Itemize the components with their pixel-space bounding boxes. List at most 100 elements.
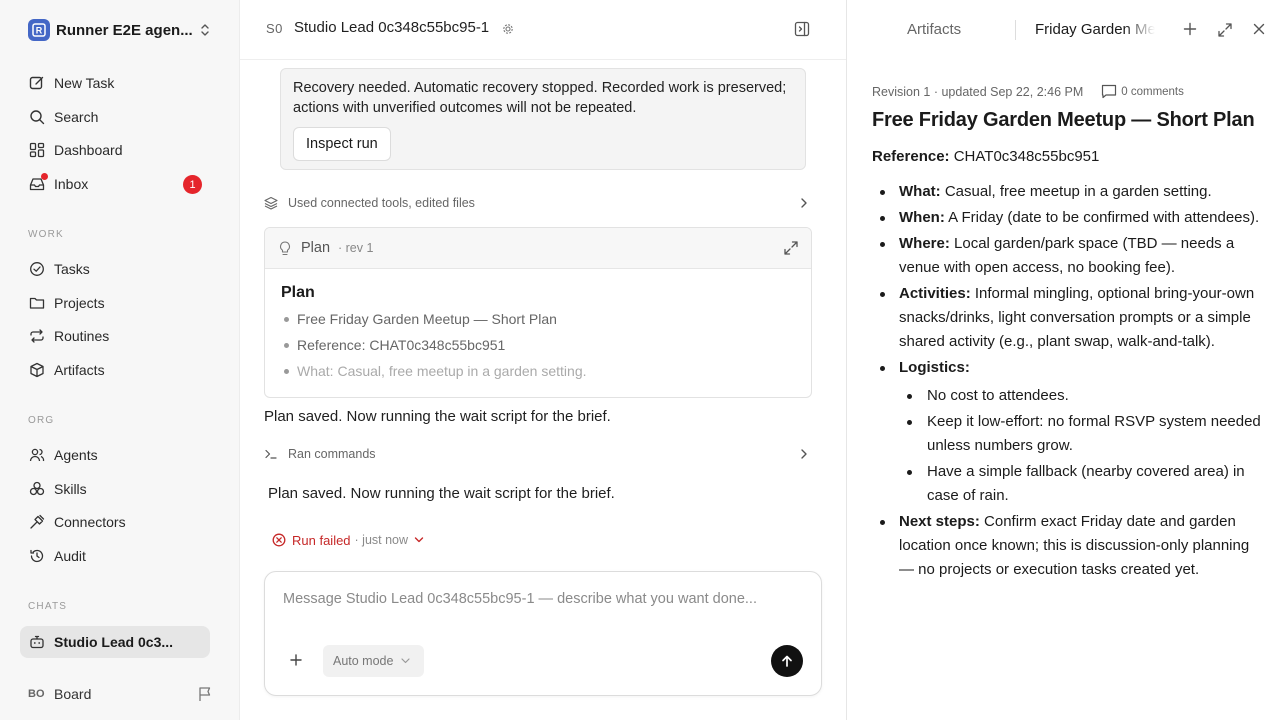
assistant-message: Plan saved. Now running the wait script … (264, 408, 611, 425)
tab-current-artifact[interactable]: Friday Garden Meetup (1035, 21, 1155, 38)
nav-agents[interactable]: Agents (20, 439, 210, 471)
mode-label: Auto mode (333, 654, 394, 668)
close-icon[interactable] (1252, 22, 1266, 36)
inbox-count-badge: 1 (183, 175, 202, 194)
nav-inbox[interactable]: Inbox 1 (20, 168, 210, 200)
bot-icon (28, 633, 46, 651)
comments-link[interactable]: 0 comments (1097, 84, 1184, 99)
item-label: What: (899, 183, 941, 200)
nav-routines[interactable]: Routines (20, 320, 210, 352)
nav-tasks[interactable]: Tasks (20, 253, 210, 285)
nav-search[interactable]: Search (20, 101, 210, 133)
tab-divider (1015, 20, 1016, 40)
plan-card-label: Plan (301, 240, 331, 256)
ran-commands-row[interactable]: Ran commands (264, 441, 812, 467)
assistant-message: Plan saved. Now running the wait script … (268, 485, 615, 502)
tools-used-row[interactable]: Used connected tools, edited files (264, 190, 812, 216)
message-input[interactable] (283, 591, 803, 607)
item-label: When: (899, 209, 945, 226)
search-icon (28, 108, 46, 126)
ran-commands-label: Ran commands (288, 447, 376, 461)
item-text: A Friday (date to be confirmed with atte… (948, 209, 1260, 226)
item-label: Where: (899, 235, 950, 252)
nav-artifacts[interactable]: Artifacts (20, 354, 210, 386)
folder-icon (28, 294, 46, 312)
run-status-time: · just now (354, 533, 409, 547)
terminal-icon (264, 447, 278, 461)
nav-connectors[interactable]: Connectors (20, 506, 210, 538)
list-item: Free Friday Garden Meetup — Short Plan (281, 310, 795, 336)
chat-item-studio-lead[interactable]: Studio Lead 0c3... (20, 626, 210, 658)
nav-label: Inbox (54, 176, 89, 192)
item-text: Local garden/park space (TBD — needs a v… (899, 235, 1235, 276)
plan-card-body: Plan Free Friday Garden Meetup — Short P… (265, 269, 811, 388)
repeat-icon (28, 327, 46, 345)
plus-icon[interactable] (1183, 22, 1197, 36)
reference-value: CHAT0c348c55bc951 (953, 148, 1100, 165)
nav-label: Tasks (54, 261, 90, 277)
chevron-updown-icon (200, 23, 210, 37)
plan-preview-list: Free Friday Garden Meetup — Short Plan R… (281, 310, 795, 388)
workspace-switcher[interactable]: R Runner E2E agen... (20, 14, 220, 46)
inspect-run-button[interactable]: Inspect run (293, 127, 391, 161)
logistics-list: No cost to attendees. Keep it low-effort… (899, 384, 1264, 508)
list-item: Activities: Informal mingling, optional … (872, 282, 1264, 354)
plan-card-header: Plan · rev 1 (265, 228, 811, 269)
tab-artifacts[interactable]: Artifacts (907, 21, 961, 38)
tools-used-label: Used connected tools, edited files (288, 196, 475, 210)
nav-skills[interactable]: Skills (20, 473, 210, 505)
mode-select[interactable]: Auto mode (323, 645, 424, 677)
boxes-icon (28, 480, 46, 498)
users-icon (28, 446, 46, 464)
item-text: Casual, free meetup in a garden setting. (944, 183, 1212, 200)
flag-icon[interactable] (198, 686, 212, 702)
artifact-panel: Artifacts Friday Garden Meetup Revision … (846, 0, 1280, 720)
chat-title: Studio Lead 0c348c55bc95-1 (294, 19, 490, 36)
history-icon (28, 547, 46, 565)
item-label: Next steps: (899, 513, 980, 530)
workspace-logo: R (28, 19, 50, 41)
user-initials: BO (28, 688, 45, 700)
revision-info: Revision 1 · updated Sep 22, 2:46 PM (872, 84, 1084, 99)
gear-icon[interactable] (502, 23, 514, 35)
run-status-label: Run failed (292, 532, 351, 548)
nav-dashboard[interactable]: Dashboard (20, 134, 210, 166)
plan-card-rev: · rev 1 (338, 241, 374, 255)
list-item: What: Casual, free meetup in a garden se… (281, 362, 795, 388)
error-circle-icon (272, 533, 286, 547)
item-label: Logistics: (899, 359, 970, 376)
nav-label: Routines (54, 328, 110, 344)
arrow-up-icon (780, 654, 794, 668)
expand-icon[interactable] (783, 240, 799, 256)
unread-dot (41, 173, 48, 180)
plus-icon[interactable] (289, 653, 303, 667)
recovery-alert: Recovery needed. Automatic recovery stop… (280, 68, 806, 170)
workspace-name: Runner E2E agen... (56, 21, 192, 39)
list-item: What: Casual, free meetup in a garden se… (872, 180, 1264, 204)
artifact-body-list: What: Casual, free meetup in a garden se… (872, 180, 1264, 584)
send-button[interactable] (771, 645, 803, 677)
chevron-right-icon (800, 448, 808, 460)
list-item: Have a simple fallback (nearby covered a… (899, 460, 1264, 508)
agent-initials: S0 (266, 21, 283, 36)
layers-icon (264, 196, 278, 210)
nav-label: Projects (54, 295, 105, 311)
section-org: ORG (28, 415, 55, 426)
nav-projects[interactable]: Projects (20, 287, 210, 319)
inbox-icon (28, 173, 48, 193)
check-circle-icon (28, 260, 46, 278)
plug-icon (28, 513, 46, 531)
nav-new-task[interactable]: New Task (20, 67, 210, 99)
nav-label: Audit (54, 548, 86, 564)
list-item: Next steps: Confirm exact Friday date an… (872, 510, 1264, 582)
cube-icon (28, 361, 46, 379)
plan-card: Plan · rev 1 Plan Free Friday Garden Mee… (264, 227, 812, 398)
nav-audit[interactable]: Audit (20, 540, 210, 572)
user-label: Board (54, 686, 92, 702)
run-status[interactable]: Run failed · just now (272, 531, 424, 549)
nav-label: Artifacts (54, 362, 105, 378)
user-footer[interactable]: BO Board (28, 680, 218, 708)
artifact-meta: Revision 1 · updated Sep 22, 2:46 PM 0 c… (872, 84, 1184, 99)
maximize-icon[interactable] (1217, 22, 1233, 38)
toggle-panel-icon[interactable] (794, 21, 810, 37)
